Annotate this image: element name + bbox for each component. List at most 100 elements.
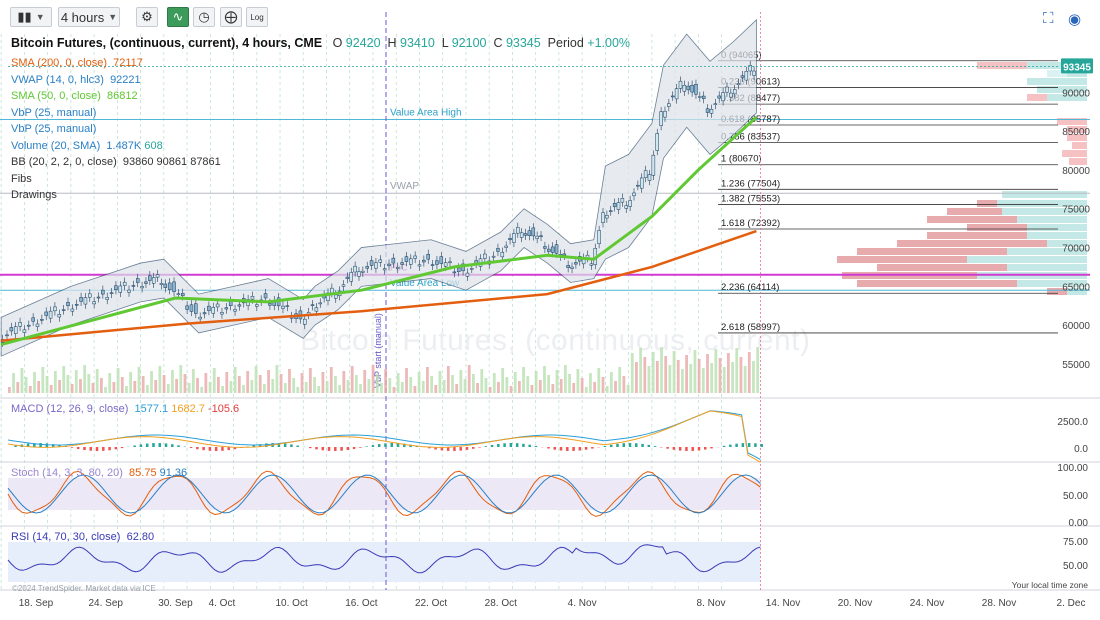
volume-bar xyxy=(614,381,617,393)
volume-bar xyxy=(455,384,459,393)
volume-bar xyxy=(8,387,11,393)
candle xyxy=(443,262,448,267)
clock-button[interactable]: ◷ xyxy=(193,7,215,27)
legend-row[interactable]: Volume (20, SMA) 1.487K 608 xyxy=(11,140,163,153)
volume-bar xyxy=(112,382,116,393)
candle xyxy=(361,270,365,273)
macd-histogram-bar xyxy=(108,447,111,451)
volume-bar xyxy=(743,366,747,393)
date-tick-label: 14. Nov xyxy=(766,598,800,609)
macd-histogram-bar xyxy=(666,447,669,449)
legend-row[interactable]: BB (20, 2, 2, 0, close) 93860 90861 8786… xyxy=(11,156,221,169)
candle xyxy=(105,297,109,300)
vbp-bar xyxy=(927,232,1027,239)
legend-row[interactable]: SMA (50, 0, close) 86812 xyxy=(11,90,138,103)
volume-bar xyxy=(593,382,597,393)
log-scale-button[interactable]: Log xyxy=(246,7,268,27)
volume-bar xyxy=(697,359,701,393)
macd-histogram-bar xyxy=(221,447,224,451)
candle xyxy=(215,303,220,308)
legend-row[interactable]: Fibs xyxy=(11,173,38,186)
candle xyxy=(387,263,391,267)
candle xyxy=(609,210,613,212)
candle xyxy=(74,304,79,306)
volume-bar xyxy=(747,352,751,393)
macd-histogram-bar xyxy=(641,443,644,447)
volume-bar xyxy=(463,379,467,393)
vbp-bar xyxy=(857,248,1007,255)
macd-histogram-bar xyxy=(490,444,494,447)
macd-histogram-bar xyxy=(315,447,318,450)
macd-histogram-bar xyxy=(214,447,218,451)
candle xyxy=(516,227,520,234)
chart-canvas[interactable]: Bitcoin Futures, (continuous, current)Va… xyxy=(0,0,1100,620)
volume-bar xyxy=(288,369,291,393)
indicators-button[interactable]: ∿ xyxy=(167,7,189,27)
candle xyxy=(159,282,164,285)
candle xyxy=(496,248,500,252)
stoch-tick-label: 0.00 xyxy=(1069,518,1089,529)
fullscreen-icon[interactable]: ⛶ xyxy=(1043,10,1054,27)
volume-bar xyxy=(133,381,137,393)
candle xyxy=(452,271,457,274)
volume-bar xyxy=(731,362,734,393)
volume-bar xyxy=(354,375,358,393)
vbp-bar xyxy=(977,200,997,207)
chart-type-button[interactable]: ▮▮ ▼ xyxy=(10,7,52,27)
legend-label: VWAP (14, 0, hlc3) xyxy=(11,73,104,86)
volume-bar xyxy=(120,377,124,393)
macd-histogram-bar xyxy=(760,444,763,447)
macd-histogram-bar xyxy=(70,447,74,448)
volume-bar xyxy=(158,366,162,393)
candle xyxy=(131,285,136,287)
candle xyxy=(341,284,346,287)
legend-row[interactable]: SMA (200, 0, close) 72117 xyxy=(11,57,143,70)
volume-bar xyxy=(526,376,530,393)
stoch-k-value: 85.75 xyxy=(129,467,157,479)
fib-label: 1 (80670) xyxy=(721,154,762,165)
volume-bar xyxy=(350,366,354,393)
volume-bar xyxy=(346,380,350,393)
candle xyxy=(127,289,131,293)
symbol-title: Bitcoin Futures, (continuous, current), … xyxy=(11,36,323,50)
vbp-bar xyxy=(967,256,1087,263)
volume-bar xyxy=(187,383,191,393)
legend-row[interactable]: Drawings xyxy=(11,189,63,202)
candle xyxy=(181,293,185,297)
interval-select[interactable]: 4 hours ▼ xyxy=(58,7,120,27)
macd-histogram-bar xyxy=(635,443,638,447)
volume-bar xyxy=(572,383,576,393)
legend-row[interactable]: VWAP (14, 0, hlc3) 92221 xyxy=(11,74,141,87)
candle xyxy=(48,310,53,319)
candle xyxy=(281,305,285,309)
candle xyxy=(413,255,417,259)
volume-bar xyxy=(12,373,15,393)
candle xyxy=(554,244,559,254)
candle xyxy=(163,283,168,288)
price-tick-label: 80000 xyxy=(1062,166,1090,177)
crosshair-button[interactable]: ⨁ xyxy=(220,7,242,27)
volume-bar xyxy=(446,366,450,393)
legend-row[interactable]: VbP (25, manual) xyxy=(11,107,103,120)
macd-histogram-bar xyxy=(283,443,287,447)
volume-bar xyxy=(710,363,714,393)
candle xyxy=(512,233,516,243)
candle xyxy=(114,285,118,290)
volume-bar xyxy=(141,376,145,393)
macd-histogram-bar xyxy=(14,445,17,447)
volume-bar xyxy=(442,380,446,393)
candle xyxy=(667,103,671,107)
volume-bar xyxy=(175,379,179,393)
volume-bar xyxy=(262,384,266,393)
volume-bar xyxy=(41,367,45,393)
settings-button[interactable]: ⚙ xyxy=(136,7,158,27)
volume-bar xyxy=(522,367,525,393)
volume-bar xyxy=(681,369,684,393)
macd-signal-value: 1682.7 xyxy=(171,403,205,415)
legend-row[interactable]: VbP (25, manual) xyxy=(11,123,103,136)
macd-histogram-bar xyxy=(754,443,757,447)
macd-histogram-bar xyxy=(472,447,475,449)
candle xyxy=(31,317,35,322)
camera-icon[interactable]: ◉ xyxy=(1068,10,1081,28)
vbp-bar xyxy=(897,240,1047,247)
